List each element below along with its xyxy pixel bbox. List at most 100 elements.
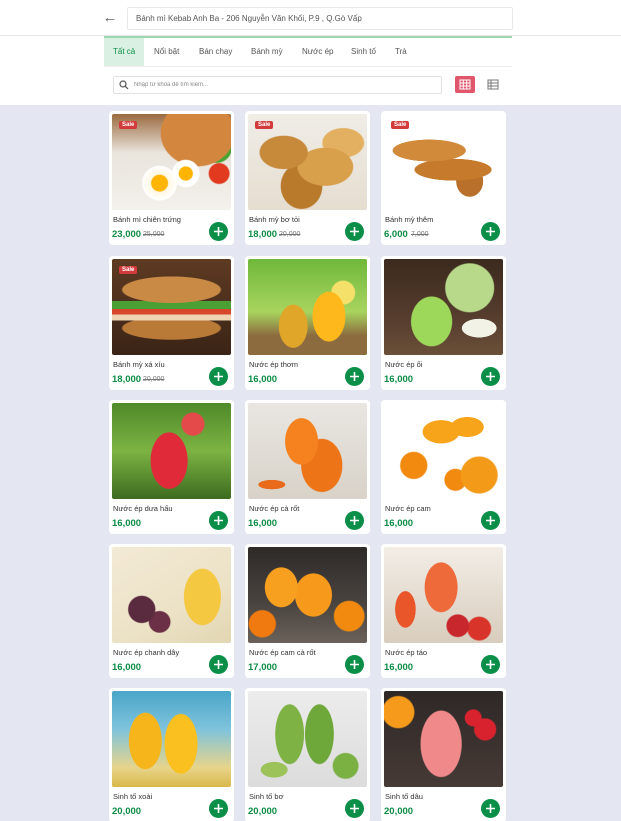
- product-card[interactable]: Nước ép cam 16,000: [381, 400, 506, 534]
- product-name: Nước ép chanh dây: [113, 648, 180, 657]
- tab-bread[interactable]: Bánh mỳ: [251, 38, 283, 66]
- store-address-field[interactable]: Bánh mì Kebab Anh Ba - 206 Nguyễn Văn Kh…: [127, 7, 513, 30]
- carrot-juice-image: [248, 403, 367, 499]
- sale-badge: Sale: [391, 121, 410, 129]
- product-price: 20,000: [112, 806, 142, 817]
- orange-carrot-juice-image: [248, 547, 367, 643]
- tab-all[interactable]: Tất cả: [104, 38, 145, 66]
- product-card[interactable]: Nước ép cà rốt 16,000: [245, 400, 370, 534]
- passion-fruit-juice-image: [112, 547, 231, 643]
- product-card[interactable]: Sale Bánh mì chiên trứng 23,000 25,000: [109, 111, 234, 245]
- product-old-price: 20,000: [279, 231, 301, 238]
- product-card[interactable]: Nước ép táo 16,000: [381, 544, 506, 678]
- add-to-cart-button[interactable]: [345, 655, 364, 674]
- product-name: Sinh tố bơ: [249, 792, 284, 801]
- product-name: Nước ép táo: [385, 648, 428, 657]
- product-price: 16,000: [248, 518, 278, 529]
- product-name: Bánh mì chiên trứng: [113, 215, 181, 224]
- apple-juice-image: [384, 547, 503, 643]
- product-card[interactable]: Nước ép dưa hấu 16,000: [109, 400, 234, 534]
- product-price: 16,000: [384, 662, 414, 673]
- grid-icon: [459, 79, 471, 90]
- product-name: Nước ép ổi: [385, 360, 423, 369]
- add-to-cart-button[interactable]: [209, 367, 228, 386]
- guava-juice-image: [384, 259, 503, 355]
- plus-icon: [214, 227, 223, 236]
- plus-icon: [214, 660, 223, 669]
- product-name: Bánh mỳ bơ tỏi: [249, 215, 300, 224]
- product-card[interactable]: Nước ép cam cà rốt 17,000: [245, 544, 370, 678]
- product-name: Nước ép cam cà rốt: [249, 648, 316, 657]
- product-card[interactable]: Nước ép ổi 16,000: [381, 256, 506, 390]
- plus-icon: [486, 227, 495, 236]
- add-to-cart-button[interactable]: [481, 655, 500, 674]
- tab-juice[interactable]: Nước ép: [302, 38, 334, 66]
- add-to-cart-button[interactable]: [481, 799, 500, 818]
- product-price: 20,000: [248, 806, 278, 817]
- pineapple-juice-image: [248, 259, 367, 355]
- product-price: 18,000: [112, 374, 142, 385]
- product-card[interactable]: Sinh tố dâu 20,000: [381, 688, 506, 821]
- product-card[interactable]: Sale Bánh mỳ xá xíu 18,000 20,000: [109, 256, 234, 390]
- product-price: 17,000: [248, 662, 278, 673]
- tab-smoothie[interactable]: Sinh tố: [351, 38, 376, 66]
- product-price: 16,000: [112, 662, 142, 673]
- product-card[interactable]: Sale Bánh mỳ thêm 6,000 7,000: [381, 111, 506, 245]
- plus-icon: [350, 804, 359, 813]
- watermelon-juice-image: [112, 403, 231, 499]
- add-to-cart-button[interactable]: [481, 367, 500, 386]
- product-name: Nước ép cam: [385, 504, 431, 513]
- plus-icon: [486, 660, 495, 669]
- list-icon: [487, 79, 499, 90]
- add-to-cart-button[interactable]: [209, 655, 228, 674]
- product-card[interactable]: Sale Bánh mỳ bơ tỏi 18,000 20,000: [245, 111, 370, 245]
- product-price: 16,000: [112, 518, 142, 529]
- back-arrow-icon[interactable]: ←: [100, 9, 120, 27]
- add-to-cart-button[interactable]: [345, 367, 364, 386]
- search-input[interactable]: [134, 79, 434, 91]
- product-name: Bánh mỳ xá xíu: [113, 360, 165, 369]
- orange-juice-image: [384, 403, 503, 499]
- mango-smoothie-image: [112, 691, 231, 787]
- add-to-cart-button[interactable]: [209, 511, 228, 530]
- product-old-price: 25,000: [143, 231, 165, 238]
- plus-icon: [350, 227, 359, 236]
- add-to-cart-button[interactable]: [209, 222, 228, 241]
- sale-badge: Sale: [119, 266, 138, 274]
- product-price: 23,000: [112, 229, 142, 240]
- product-card[interactable]: Nước ép thơm 16,000: [245, 256, 370, 390]
- product-name: Sinh tố dâu: [385, 792, 423, 801]
- list-view-button[interactable]: [483, 76, 503, 93]
- add-to-cart-button[interactable]: [345, 222, 364, 241]
- plus-icon: [486, 372, 495, 381]
- add-to-cart-button[interactable]: [481, 222, 500, 241]
- product-price: 16,000: [384, 374, 414, 385]
- search-box[interactable]: [113, 76, 442, 94]
- plus-icon: [214, 516, 223, 525]
- product-name: Nước ép thơm: [249, 360, 299, 369]
- product-card[interactable]: Sinh tố xoài 20,000: [109, 688, 234, 821]
- product-card[interactable]: Sinh tố bơ 20,000: [245, 688, 370, 821]
- tab-tea[interactable]: Trà: [395, 38, 407, 66]
- sale-badge: Sale: [119, 121, 138, 129]
- product-old-price: 20,000: [143, 376, 165, 383]
- product-price: 20,000: [384, 806, 414, 817]
- plus-icon: [486, 804, 495, 813]
- product-name: Sinh tố xoài: [113, 792, 153, 801]
- sale-badge: Sale: [255, 121, 274, 129]
- avocado-smoothie-image: [248, 691, 367, 787]
- product-price: 16,000: [384, 518, 414, 529]
- product-name: Nước ép dưa hấu: [113, 504, 173, 513]
- plus-icon: [350, 660, 359, 669]
- add-to-cart-button[interactable]: [345, 799, 364, 818]
- grid-view-button[interactable]: [455, 76, 475, 93]
- add-to-cart-button[interactable]: [345, 511, 364, 530]
- tab-best-selling[interactable]: Bán chạy: [199, 38, 232, 66]
- product-price: 16,000: [248, 374, 278, 385]
- tab-featured[interactable]: Nổi bật: [154, 38, 179, 66]
- tabs-divider: [104, 66, 512, 67]
- add-to-cart-button[interactable]: [481, 511, 500, 530]
- product-card[interactable]: Nước ép chanh dây 16,000: [109, 544, 234, 678]
- add-to-cart-button[interactable]: [209, 799, 228, 818]
- plus-icon: [350, 372, 359, 381]
